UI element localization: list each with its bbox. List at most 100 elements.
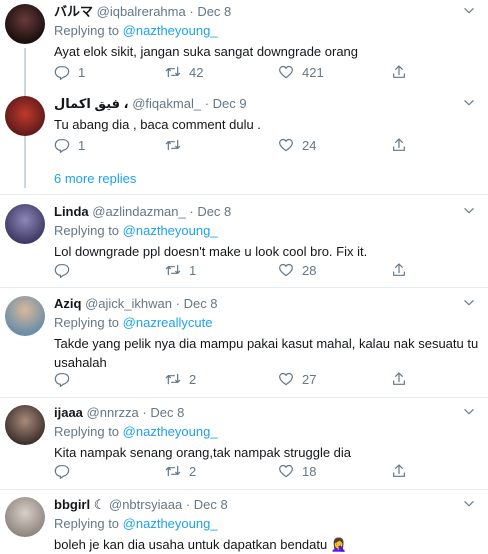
share-icon [391, 371, 407, 387]
replying-to: Replying to @naztheyoung_ [54, 23, 218, 38]
like-count: 24 [302, 137, 317, 153]
divider [0, 489, 488, 490]
tweet-text: Tu abang dia , baca comment dulu . [54, 117, 261, 132]
tweet-date[interactable]: Dec 9 [213, 96, 247, 111]
replying-to: Replying to @naztheyoung_ [54, 424, 218, 439]
share-button[interactable] [391, 261, 407, 279]
tweet-text: boleh je kan dia usaha untuk dapatkan be… [54, 537, 348, 552]
display-name[interactable]: ijaaa [54, 405, 83, 420]
tweet-date[interactable]: Dec 8 [184, 296, 218, 311]
share-button[interactable] [391, 462, 407, 480]
like-button[interactable]: 421 [278, 63, 324, 81]
mention-link[interactable]: @naztheyoung_ [123, 223, 218, 238]
reply-button[interactable] [54, 462, 78, 480]
retweet-count: 2 [189, 371, 197, 387]
avatar[interactable] [5, 204, 45, 244]
tweet[interactable]: فيق اكمال ، @fiqakmal_ · Dec 9 Tu abang … [0, 96, 488, 166]
retweet-icon [165, 262, 181, 278]
retweet-button[interactable]: 1 [165, 261, 196, 279]
display-name[interactable]: bbgirl ☾ [54, 497, 105, 512]
share-icon [391, 64, 407, 80]
mention-link[interactable]: @naztheyoung_ [123, 23, 218, 38]
share-icon [391, 463, 407, 479]
like-button[interactable]: 24 [278, 136, 316, 154]
heart-icon [278, 463, 294, 479]
retweet-icon [165, 371, 181, 387]
user-handle[interactable]: @nbtrsyiaaa [109, 497, 182, 512]
avatar[interactable] [5, 4, 45, 44]
show-more-replies[interactable]: 6 more replies [54, 171, 136, 186]
reply-count: 1 [78, 64, 86, 80]
like-count: 28 [302, 262, 317, 278]
tweet-actions: 1 28 [54, 261, 414, 279]
tweet-text: Lol downgrade ppl doesn't make u look co… [54, 244, 368, 259]
chevron-down-icon[interactable] [462, 96, 476, 110]
retweet-button[interactable]: 42 [165, 63, 203, 81]
display-name[interactable]: Linda [54, 204, 89, 219]
user-handle[interactable]: @iqbalrerahma [97, 4, 186, 19]
reply-button[interactable] [54, 261, 78, 279]
user-handle[interactable]: @nnrzza [87, 405, 139, 420]
reply-button[interactable]: 1 [54, 136, 85, 154]
reply-button[interactable]: 1 [54, 63, 85, 81]
tweet[interactable]: ijaaa @nnrzza · Dec 8 Replying to @nazth… [0, 405, 488, 481]
tweet-header: فيق اكمال ، @fiqakmal_ · Dec 9 [54, 96, 247, 111]
like-button[interactable]: 18 [278, 462, 316, 480]
tweet-date[interactable]: Dec 8 [197, 4, 231, 19]
tweet-date[interactable]: Dec 8 [197, 204, 231, 219]
retweet-count: 1 [189, 262, 197, 278]
tweet-header: Linda @azlindazman_ · Dec 8 [54, 204, 232, 219]
reply-icon [54, 463, 70, 479]
tweet-header: ijaaa @nnrzza · Dec 8 [54, 405, 185, 420]
like-button[interactable]: 27 [278, 370, 316, 388]
display-name[interactable]: Aziq [54, 296, 81, 311]
reply-icon [54, 64, 70, 80]
share-button[interactable] [391, 136, 407, 154]
like-button[interactable]: 28 [278, 261, 316, 279]
user-handle[interactable]: @fiqakmal_ [132, 96, 201, 111]
mention-link[interactable]: @naztheyoung_ [123, 424, 218, 439]
chevron-down-icon[interactable] [462, 497, 476, 511]
tweet-actions: 2 27 [54, 370, 414, 388]
display-name[interactable]: فيق اكمال ، [54, 96, 129, 111]
chevron-down-icon[interactable] [462, 4, 476, 18]
share-button[interactable] [391, 370, 407, 388]
retweet-count: 42 [189, 64, 204, 80]
chevron-down-icon[interactable] [462, 204, 476, 218]
divider [0, 287, 488, 288]
retweet-button[interactable]: 2 [165, 370, 196, 388]
tweet[interactable]: バルマ @iqbalrerahma · Dec 8 Replying to @n… [0, 4, 488, 188]
like-count: 18 [302, 463, 317, 479]
retweet-count: 2 [189, 463, 197, 479]
retweet-button[interactable]: 2 [165, 462, 196, 480]
divider [0, 397, 488, 398]
tweet-text: Takde yang pelik nya dia mampu pakai kas… [54, 336, 479, 370]
tweet[interactable]: bbgirl ☾ @nbtrsyiaaa · Dec 8 Replying to… [0, 497, 488, 553]
mention-link[interactable]: @nazreallycute [123, 315, 213, 330]
tweet-header: Aziq @ajick_ikhwan · Dec 8 [54, 296, 218, 311]
replying-to: Replying to @nazreallycute [54, 315, 213, 330]
chevron-down-icon[interactable] [462, 405, 476, 419]
display-name[interactable]: バルマ [54, 4, 93, 19]
reply-count: 1 [78, 137, 86, 153]
replying-to: Replying to @naztheyoung_ [54, 223, 218, 238]
tweet-date[interactable]: Dec 8 [150, 405, 184, 420]
reply-icon [54, 262, 70, 278]
tweet-header: bbgirl ☾ @nbtrsyiaaa · Dec 8 [54, 497, 228, 512]
tweet-date[interactable]: Dec 8 [194, 497, 228, 512]
share-button[interactable] [391, 63, 407, 81]
avatar[interactable] [5, 296, 45, 336]
tweet[interactable]: Aziq @ajick_ikhwan · Dec 8 Replying to @… [0, 296, 488, 390]
chevron-down-icon[interactable] [462, 296, 476, 310]
tweet-actions: 1 24 [54, 136, 414, 154]
heart-icon [278, 371, 294, 387]
user-handle[interactable]: @ajick_ikhwan [85, 296, 172, 311]
retweet-button[interactable] [165, 136, 189, 154]
avatar[interactable] [5, 96, 45, 136]
avatar[interactable] [5, 405, 45, 445]
user-handle[interactable]: @azlindazman_ [92, 204, 185, 219]
mention-link[interactable]: @naztheyoung_ [123, 516, 218, 531]
tweet[interactable]: Linda @azlindazman_ · Dec 8 Replying to … [0, 204, 488, 280]
avatar[interactable] [5, 497, 45, 537]
reply-button[interactable] [54, 370, 78, 388]
